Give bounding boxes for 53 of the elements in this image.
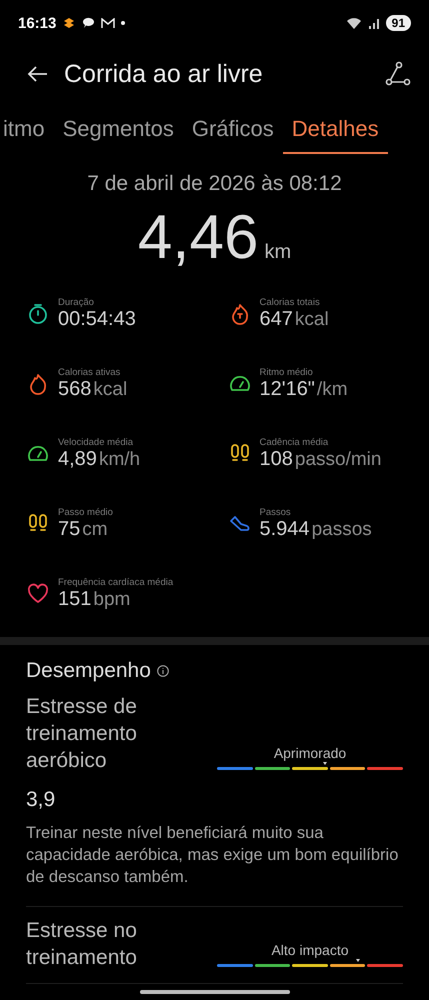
tab[interactable]: itmo [0,108,54,154]
metric-unit: km/h [98,449,140,471]
dot-icon [121,21,126,25]
metric-value: 568 [58,378,92,401]
metric-value: 00:54:43 [58,308,136,331]
info-icon[interactable] [156,665,169,677]
metric-label: Calorias ativas [58,367,122,378]
metric-value: 4,89 [58,448,97,471]
scale-label: Aprimorado [274,745,346,761]
metric-unit: passo/min [294,449,382,471]
metric-value: 12'16" [260,378,315,401]
metric-value: 75 [58,518,80,541]
metric-description: Treinar neste nível beneficiará muito sua capacidade aeróbica, mas exige um bom equilíbrio de descanso também. [26,823,400,888]
battery-level: 91 [386,15,411,31]
metric-title: Estresse de treinamento aeróbico [26,694,138,774]
stopwatch-icon [26,302,50,326]
metric-title: Estresse no treinamento [26,918,138,971]
metric-value: 647 [260,308,293,331]
metric-label: Calorias totais [260,297,321,308]
metric-label: Ritmo médio [260,367,314,378]
metric-unit: cm [82,519,108,541]
metric-value: 5.944 [260,518,310,541]
mail-icon [101,18,116,28]
distance-value: 4,46 [138,202,258,273]
metric-label: Duração [58,297,95,308]
metric-unit: passos [312,519,372,541]
metric-label: Passo médio [58,507,113,518]
scale-label: Alto impacto [271,942,349,958]
distance-unit: km [264,241,292,264]
chat-icon [82,17,96,29]
metric-label: Passos [260,507,292,518]
heart-icon [26,582,50,606]
metric-label: Cadência média [260,437,330,448]
metric-value: 151 [58,588,92,611]
metric-unit: kcal [294,309,329,331]
wifi-icon [346,17,362,29]
metric-label: Frequência cardíaca média [58,577,174,588]
section-title: Desempenho [26,659,151,683]
app-notification-icon [62,17,76,29]
status-time: 16:13 [18,14,56,32]
metric-label: Velocidade média [58,437,134,448]
metric-value: 108 [260,448,293,471]
tab[interactable]: Gráficos [182,108,283,154]
page-title: Corrida ao ar livre [64,60,264,88]
workout-date: 7 de abril de 2026 às 08:12 [86,172,343,196]
tab[interactable]: Detalhes [282,108,388,154]
metric-unit: /km [316,379,348,401]
metric-value: 3,9 [26,788,56,812]
route-icon[interactable] [385,61,411,87]
tab[interactable]: Segmentos [54,108,183,154]
metric-unit: bpm [93,589,130,611]
metric-unit: kcal [93,379,128,401]
signal-icon [368,18,380,28]
